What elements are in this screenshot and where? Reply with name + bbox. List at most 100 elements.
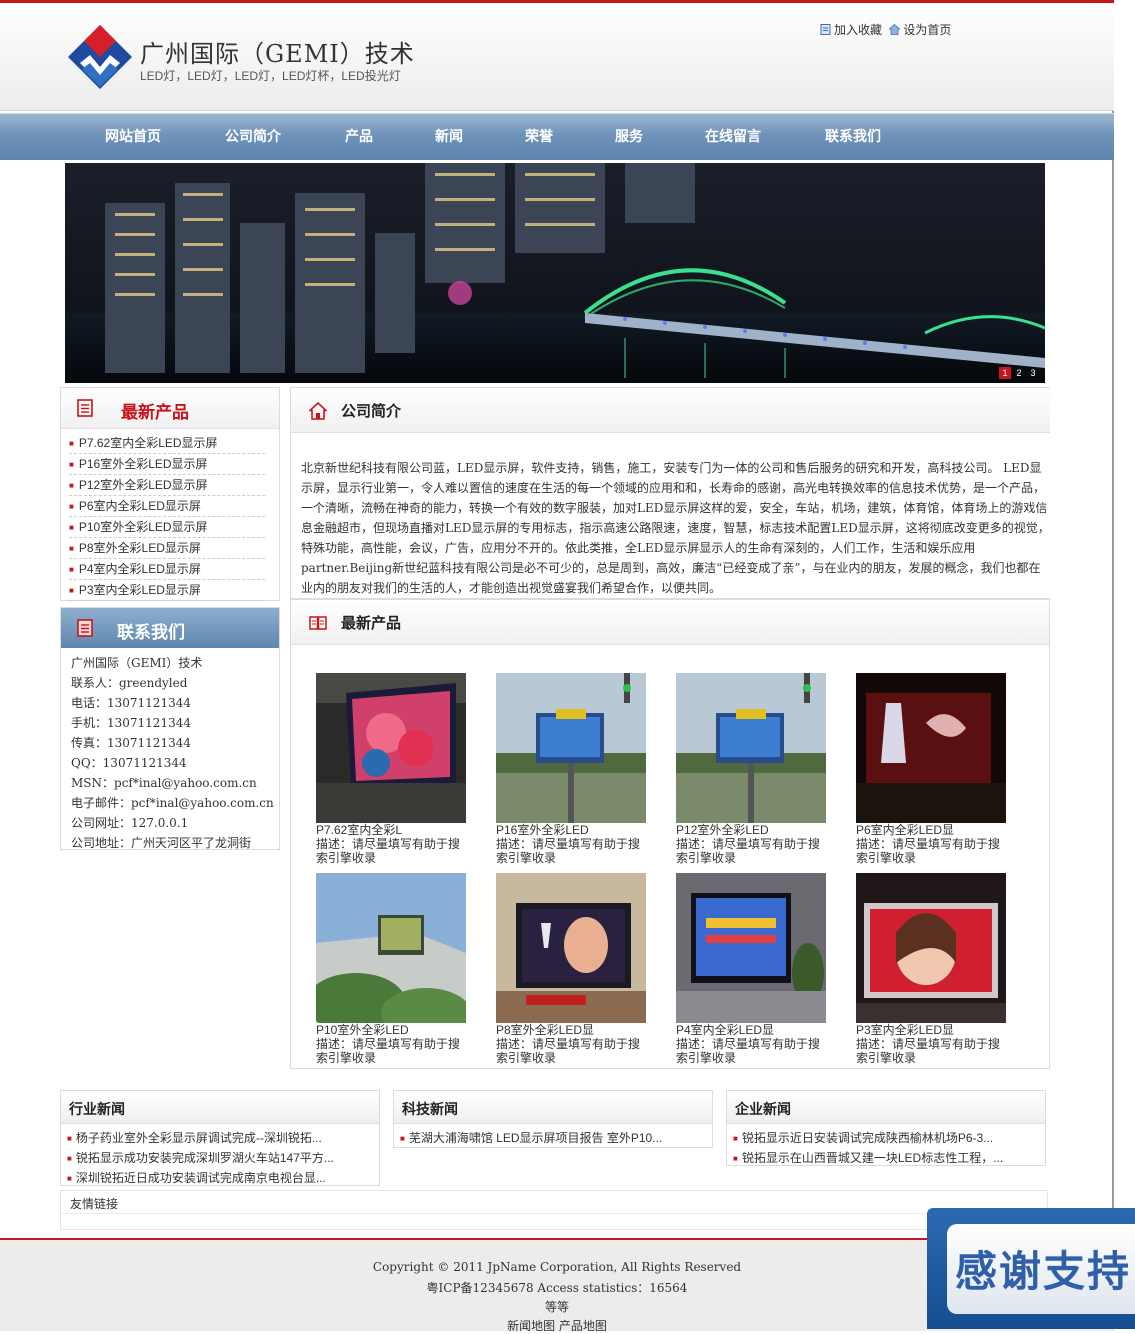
product-image[interactable] (856, 873, 1006, 1023)
sidebar-latest-products-title: 最新产品 (121, 403, 189, 422)
contact-email: 电子邮件：pcf*inal@yahoo.com.cn (71, 796, 274, 810)
nav-services[interactable]: 服务 (615, 126, 643, 146)
about-title: 公司简介 (341, 403, 402, 420)
product-image[interactable] (496, 673, 646, 823)
main-nav: 网站首页 公司简介 产品 新闻 荣誉 服务 在线留言 联系我们 (0, 113, 1114, 160)
product-desc: 描述：请尽量填写有助于搜索引擎收录 (856, 1037, 1001, 1065)
sidebar-product-list: ■ P7.62室内全彩LED显示屏 ■ P16室外全彩LED显示屏 ■ P12室外全彩… (61, 429, 279, 601)
contact-person: 联系人：greendyled (71, 676, 188, 690)
product-desc: 描述：请尽量填写有助于搜索引擎收录 (496, 1037, 641, 1065)
product-image[interactable] (316, 873, 466, 1023)
contact-info: 广州国际（GEMI）技术 联系人：greendyled 电话：130711213… (61, 648, 279, 853)
product-name[interactable]: P10室外全彩LED (316, 1023, 466, 1037)
banner-page-1[interactable]: 1 (999, 367, 1011, 379)
product-card[interactable]: P3室内全彩LED显 描述：请尽量填写有助于搜索引擎收录 (856, 873, 1006, 1065)
contact-qq: QQ：13071121344 (71, 756, 187, 770)
tech-news-list: ■ 芜湖大浦海啸馆 LED显示屏项目报告 室外P10... (394, 1124, 712, 1148)
product-desc: 描述：请尽量填写有助于搜索引擎收录 (856, 837, 1001, 865)
add-favorite-link[interactable]: 加入收藏 (834, 23, 882, 37)
tech-news-title: 科技新闻 (402, 1101, 458, 1117)
news-item[interactable]: ■ 深圳锐拓近日成功安装调试完成南京电视台显... (67, 1168, 379, 1188)
banner-pager: 123 (997, 367, 1039, 379)
product-card[interactable]: P8室外全彩LED显 描述：请尽量填写有助于搜索引擎收录 (496, 873, 646, 1065)
brand-tagline: LED灯，LED灯，LED灯，LED灯杯，LED投光灯 (140, 69, 401, 83)
contact-fax: 传真：13071121344 (71, 736, 191, 750)
about-section: 公司简介 北京新世纪科技有限公司蓝，LED显示屏，软件支持，销售，施工，安装专门… (290, 387, 1050, 599)
latest-products-title: 最新产品 (341, 615, 402, 632)
product-card[interactable]: P4室内全彩LED显 描述：请尽量填写有助于搜索引擎收录 (676, 873, 826, 1065)
news-item[interactable]: ■ 锐拓显示在山西晋城又建一块LED标志性工程，... (733, 1148, 1045, 1168)
banner-page-3[interactable]: 3 (1027, 367, 1039, 379)
product-name[interactable]: P3室内全彩LED显 (856, 1023, 1006, 1037)
product-image[interactable] (316, 673, 466, 823)
nav-honors[interactable]: 荣誉 (525, 126, 553, 146)
about-text: 北京新世纪科技有限公司蓝，LED显示屏，软件支持，销售，施工，安装专门为一体的公… (301, 461, 1050, 595)
news-item[interactable]: ■ 锐拓显示成功安装完成深圳罗湖火车站147平方... (67, 1148, 379, 1168)
product-name[interactable]: P6室内全彩LED显 (856, 823, 1006, 837)
product-name[interactable]: P4室内全彩LED显 (676, 1023, 826, 1037)
product-name[interactable]: P12室外全彩LED (676, 823, 826, 837)
banner-page-2[interactable]: 2 (1013, 367, 1025, 379)
contact-address: 公司地址：广州天河区平了龙洞街 (71, 836, 252, 850)
news-item[interactable]: ■ 芜湖大浦海啸馆 LED显示屏项目报告 室外P10... (400, 1128, 712, 1148)
product-image[interactable] (856, 673, 1006, 823)
nav-guestbook[interactable]: 在线留言 (705, 126, 761, 146)
banner-slideshow[interactable]: 123 (65, 163, 1045, 383)
sidebar-latest-products-header: 最新产品 (61, 388, 279, 429)
product-desc: 描述：请尽量填写有助于搜索引擎收录 (676, 1037, 821, 1065)
set-homepage-link[interactable]: 设为首页 (903, 23, 951, 37)
sidebar-contact: 联系我们 广州国际（GEMI）技术 联系人：greendyled 电话：1307… (60, 607, 280, 850)
list-item[interactable]: ■ P12室外全彩LED显示屏 (69, 475, 265, 496)
list-item[interactable]: ■ P4室内全彩LED显示屏 (69, 559, 265, 580)
nav-products[interactable]: 产品 (345, 126, 373, 146)
top-links: 加入收藏 设为首页 (820, 21, 951, 38)
product-card[interactable]: P6室内全彩LED显 描述：请尽量填写有助于搜索引擎收录 (856, 673, 1006, 865)
bookmark-icon (820, 24, 831, 35)
news-item[interactable]: ■ 锐拓显示近日安装调试完成陕西榆林机场P6-3... (733, 1128, 1045, 1148)
banner-night-city-image (65, 163, 1045, 383)
company-news-title: 企业新闻 (735, 1101, 791, 1117)
tech-news-box: 科技新闻 ■ 芜湖大浦海啸馆 LED显示屏项目报告 室外P10... (393, 1090, 713, 1148)
product-card[interactable]: P16室外全彩LED 描述：请尽量填写有助于搜索引擎收录 (496, 673, 646, 865)
list-item[interactable]: ■ P16室外全彩LED显示屏 (69, 454, 265, 475)
list-item[interactable]: ■ P7.62室内全彩LED显示屏 (69, 433, 265, 454)
product-desc: 描述：请尽量填写有助于搜索引擎收录 (316, 1037, 461, 1065)
contact-phone: 电话：13071121344 (71, 696, 191, 710)
list-item[interactable]: ■ P10室外全彩LED显示屏 (69, 517, 265, 538)
industry-news-header: 行业新闻 (61, 1091, 379, 1124)
list-item[interactable]: ■ P8室外全彩LED显示屏 (69, 538, 265, 559)
list-item[interactable]: ■ P3室内全彩LED显示屏 (69, 580, 265, 601)
brand-name: 广州国际（GEMI）技术 (140, 40, 415, 68)
home-icon (309, 402, 327, 420)
product-card[interactable]: P7.62室内全彩L 描述：请尽量填写有助于搜索引擎收录 (316, 673, 466, 865)
company-news-box: 企业新闻 ■ 锐拓显示近日安装调试完成陕西榆林机场P6-3... ■ 锐拓显示在山西… (726, 1090, 1046, 1166)
product-name[interactable]: P7.62室内全彩L (316, 823, 466, 837)
product-name[interactable]: P16室外全彩LED (496, 823, 646, 837)
product-image[interactable] (676, 873, 826, 1023)
contact-company: 广州国际（GEMI）技术 (71, 656, 203, 670)
nav-about[interactable]: 公司简介 (225, 126, 281, 146)
product-desc: 描述：请尽量填写有助于搜索引擎收录 (496, 837, 641, 865)
list-icon (77, 399, 93, 417)
nav-contact[interactable]: 联系我们 (825, 126, 881, 146)
product-name[interactable]: P8室外全彩LED显 (496, 1023, 646, 1037)
company-logo[interactable] (60, 23, 138, 97)
nav-home[interactable]: 网站首页 (105, 126, 161, 146)
latest-products-header: 最新产品 (291, 600, 1049, 645)
product-card[interactable]: P10室外全彩LED 描述：请尽量填写有助于搜索引擎收录 (316, 873, 466, 1065)
product-image[interactable] (676, 673, 826, 823)
nav-news[interactable]: 新闻 (435, 126, 463, 146)
home-icon (889, 24, 901, 35)
product-image[interactable] (496, 873, 646, 1023)
floating-ad[interactable]: 感谢支持 (927, 1208, 1135, 1329)
product-desc: 描述：请尽量填写有助于搜索引擎收录 (316, 837, 461, 865)
floating-ad-text: 感谢支持 (955, 1247, 1132, 1296)
product-card[interactable]: P12室外全彩LED 描述：请尽量填写有助于搜索引擎收录 (676, 673, 826, 865)
news-item[interactable]: ■ 杨子药业室外全彩显示屏调试完成--深圳锐拓... (67, 1128, 379, 1148)
industry-news-title: 行业新闻 (69, 1101, 125, 1117)
about-header: 公司简介 (291, 388, 1050, 433)
list-item[interactable]: ■ P6室内全彩LED显示屏 (69, 496, 265, 517)
book-icon (309, 616, 327, 630)
company-news-header: 企业新闻 (727, 1091, 1045, 1124)
industry-news-list: ■ 杨子药业室外全彩显示屏调试完成--深圳锐拓... ■ 锐拓显示成功安装完成深圳罗… (61, 1124, 379, 1188)
